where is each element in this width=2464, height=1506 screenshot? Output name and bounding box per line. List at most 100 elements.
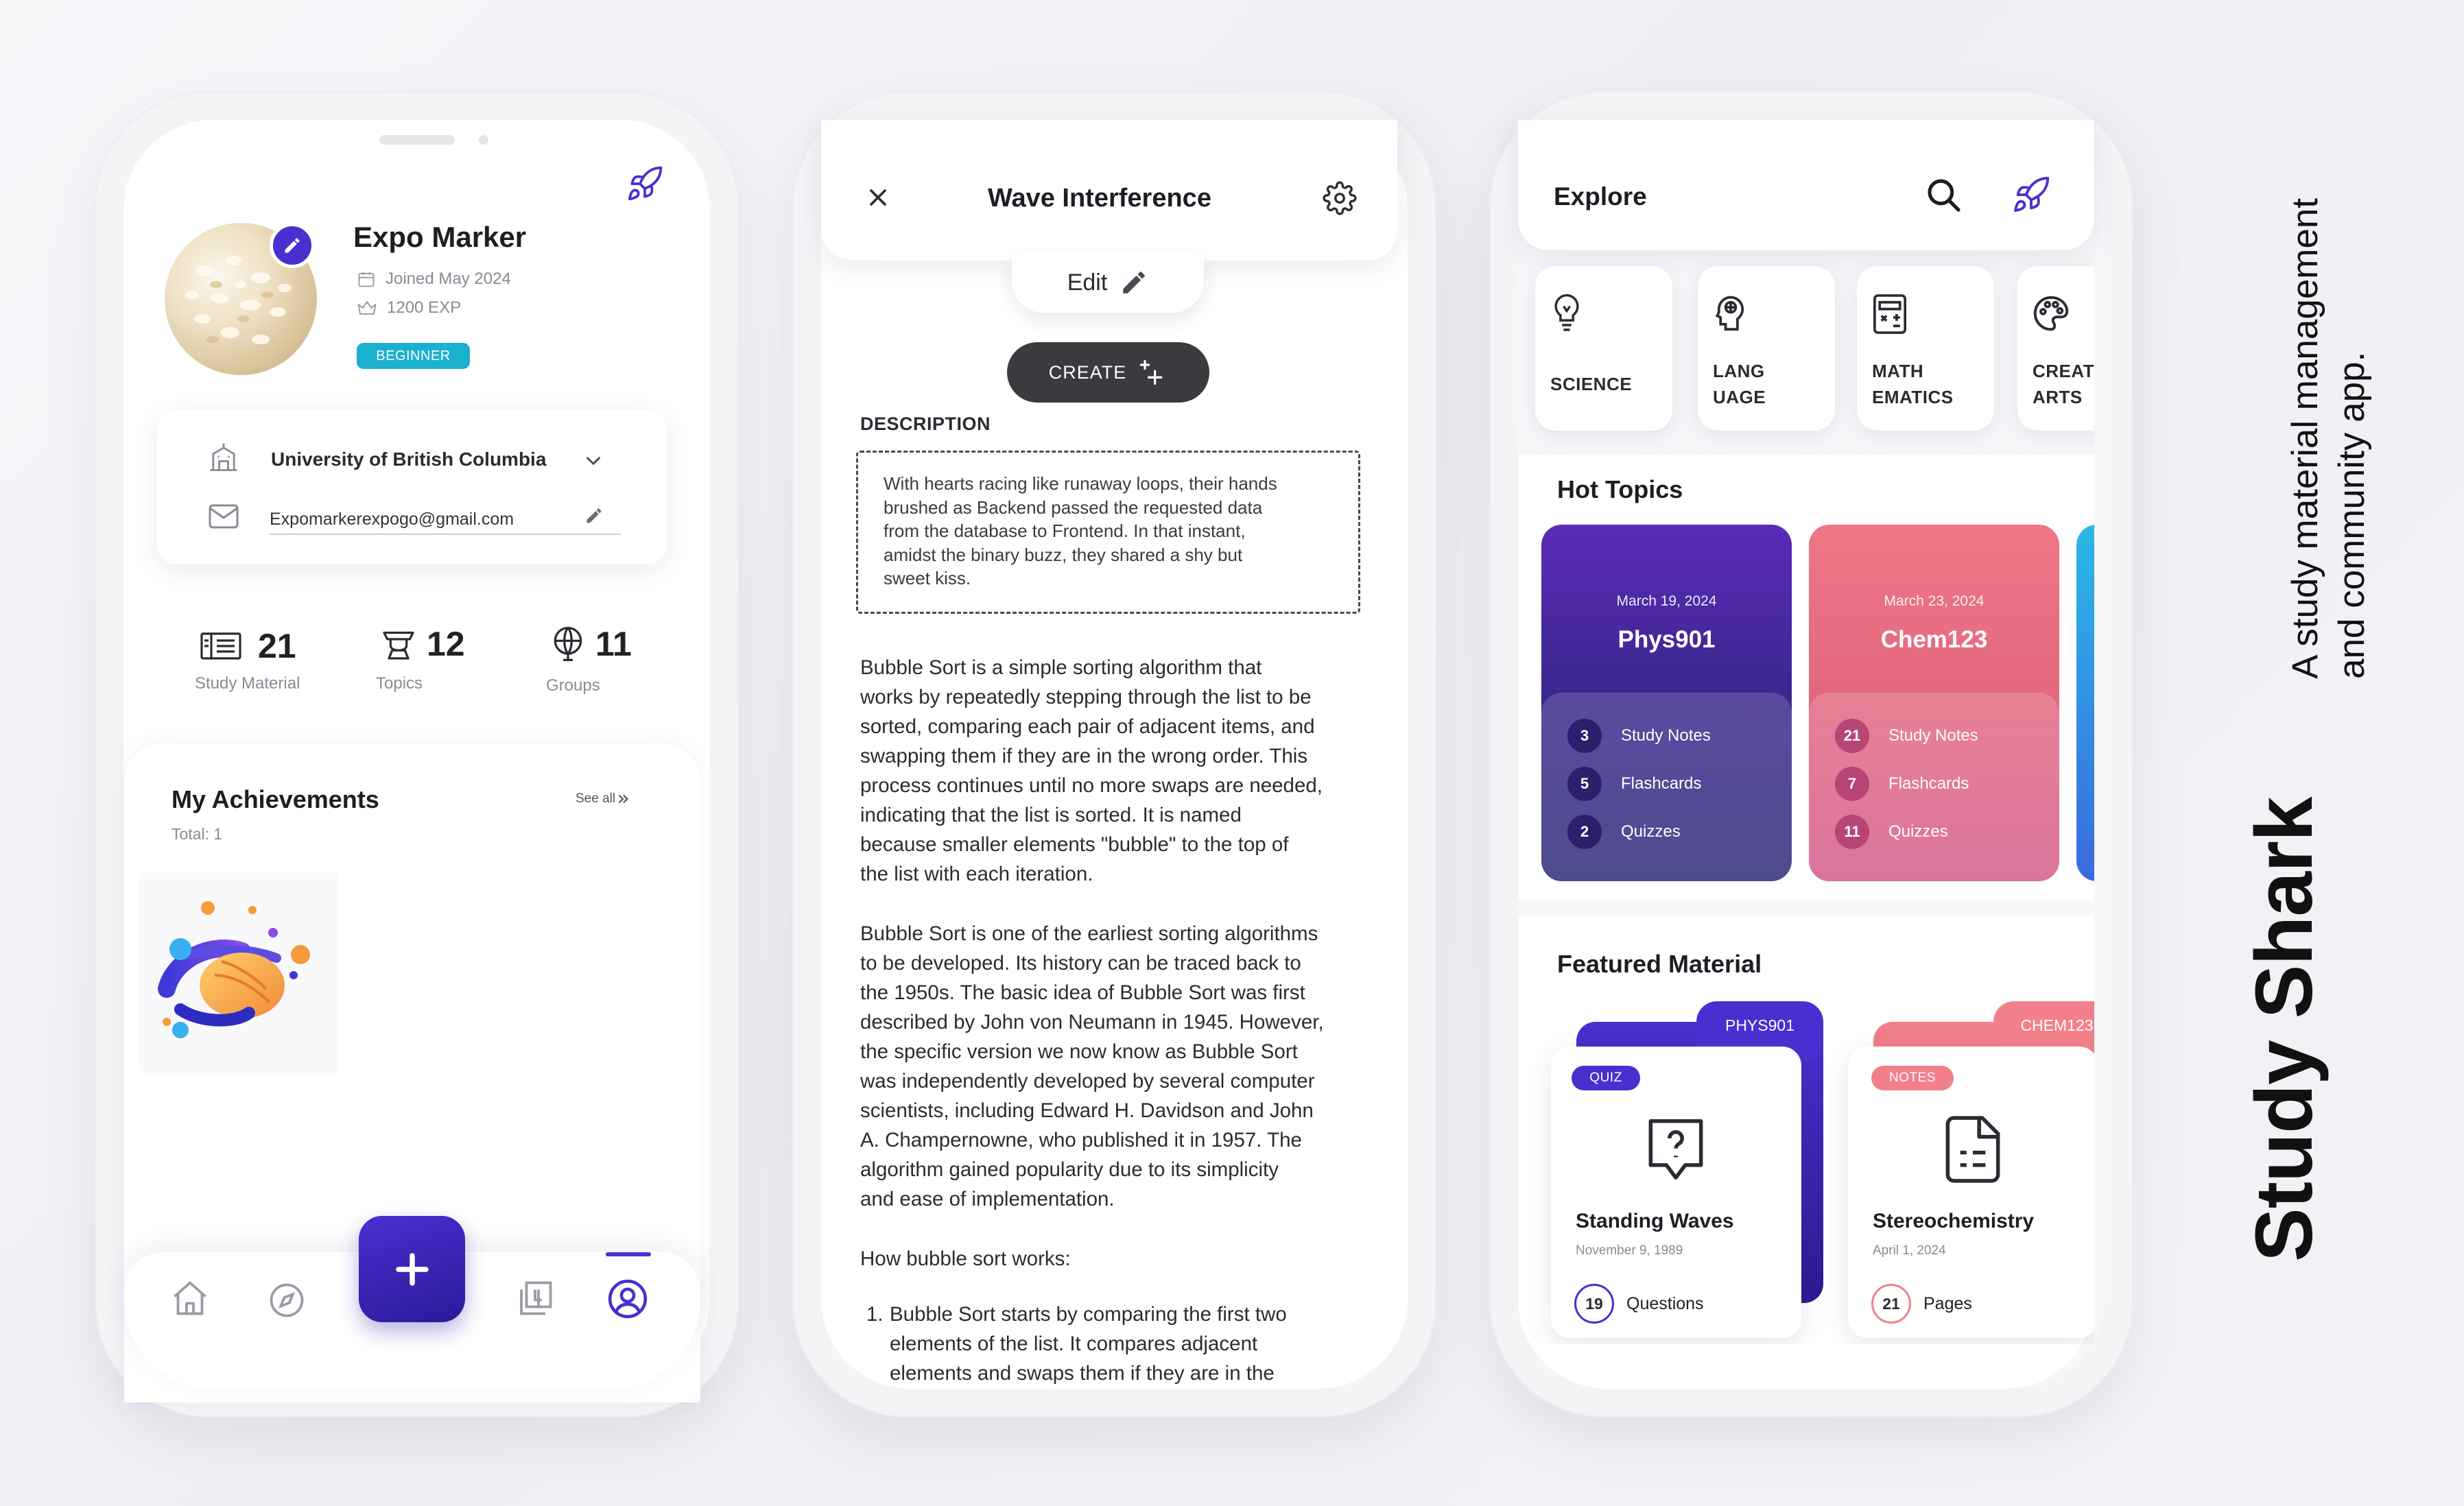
count-ring: 19: [1574, 1284, 1614, 1324]
library-icon[interactable]: [514, 1278, 556, 1319]
text-line: elements of the list. It compares adjace…: [890, 1332, 1258, 1355]
compass-icon[interactable]: [266, 1280, 307, 1321]
row-label: Study Notes: [1888, 726, 1978, 745]
featured-title: Standing Waves: [1576, 1210, 1734, 1232]
text-line: because smaller elements "bubble" to the…: [860, 833, 1289, 856]
category-label: CREAT ARTS: [2033, 361, 2094, 407]
edit-avatar-button[interactable]: [270, 223, 315, 268]
university-icon: [206, 439, 241, 475]
category-science[interactable]: SCIENCE: [1535, 266, 1672, 431]
calendar-icon: [358, 272, 375, 287]
search-icon[interactable]: [1925, 176, 1963, 215]
profile-name: Expo Marker: [353, 221, 527, 253]
row-label: Flashcards: [1621, 774, 1702, 793]
rocket-icon[interactable]: [626, 165, 664, 203]
description-heading: DESCRIPTION: [860, 414, 991, 434]
category-label: MATH EMATICS: [1872, 361, 1954, 407]
hot-topics-carousel: March 19, 2024 Phys901 3 Study Notes 5 Fla…: [1518, 507, 2094, 892]
see-all-link[interactable]: See all: [576, 791, 630, 806]
active-tab-indicator: [606, 1252, 651, 1256]
count-badge: 7: [1835, 767, 1869, 801]
featured-card[interactable]: QUIZ Standing Waves November 9, 1989 19 …: [1551, 1047, 1801, 1338]
info-card: [156, 410, 667, 564]
type-badge: NOTES: [1871, 1066, 1954, 1090]
edit-tab[interactable]: Edit: [1012, 252, 1204, 313]
stat-study-material[interactable]: 21: [199, 626, 296, 666]
add-button[interactable]: [359, 1216, 465, 1322]
brand-tagline: A study material management and communit…: [2282, 198, 2376, 679]
quiz-bubble-icon: [1648, 1119, 1703, 1180]
topic-date: March 23, 2024: [1884, 593, 1985, 609]
home-icon[interactable]: [169, 1278, 211, 1319]
text-line: and ease of implementation.: [860, 1188, 1115, 1210]
count-unit: Pages: [1923, 1293, 1972, 1313]
profile-icon[interactable]: [606, 1278, 649, 1320]
achievements-total: Total: 1: [171, 825, 223, 843]
hot-topics-title: Hot Topics: [1557, 475, 1683, 503]
category-mathematics[interactable]: MATH EMATICS: [1857, 266, 1994, 431]
description-line: from the database to Frontend. In that i…: [884, 521, 1246, 541]
see-all-label: See all: [576, 791, 616, 806]
create-button[interactable]: CREATE: [1007, 342, 1209, 403]
chevron-down-icon[interactable]: [582, 449, 605, 473]
stat-topics[interactable]: 12: [379, 624, 465, 664]
edit-email-icon[interactable]: [584, 506, 604, 525]
text-line: Bubble Sort starts by comparing the firs…: [890, 1303, 1287, 1326]
rocket-icon[interactable]: [2011, 175, 2051, 215]
row-label: Flashcards: [1888, 774, 1969, 793]
flashcards-row: 7 Flashcards: [1835, 767, 1969, 801]
stat-value: 11: [595, 625, 632, 663]
create-label: CREATE: [1048, 361, 1127, 383]
description-text: With hearts racing like runaway loops, t…: [884, 472, 1277, 590]
row-label: Quizzes: [1621, 822, 1681, 841]
count-badge: 5: [1567, 767, 1602, 801]
text-line: the list with each iteration.: [860, 863, 1093, 885]
text-line: scientists, including Edward H. Davidson…: [860, 1099, 1314, 1122]
count-badge: 3: [1567, 719, 1602, 753]
pencil-icon: [1123, 272, 1146, 294]
text-line: A. Champernowne, who published it in 195…: [860, 1129, 1302, 1151]
hot-topic-card[interactable]: [2076, 525, 2094, 881]
hot-topic-card[interactable]: March 19, 2024 Phys901 3 Study Notes 5 Fla…: [1541, 525, 1792, 881]
topic-stats: 21 Study Notes 7 Flashcards 11 Quizzes: [1809, 693, 2059, 881]
joined-row: Joined May 2024: [357, 270, 511, 289]
achievement-badge[interactable]: [139, 872, 338, 1073]
pencil-icon: [285, 238, 300, 253]
tagline-line: A study material management: [2285, 198, 2325, 679]
edit-label: Edit: [1067, 269, 1108, 296]
description-line: brushed as Backend passed the requested …: [884, 497, 1263, 518]
stat-groups[interactable]: 11: [549, 624, 632, 664]
book-icon: [200, 632, 241, 660]
text-line: the 1950s. The basic idea of Bubble Sort…: [860, 981, 1305, 1004]
text-line: the specific version we now know as Bubb…: [860, 1040, 1298, 1063]
description-line: amidst the binary buzz, they shared a sh…: [884, 544, 1243, 565]
mail-icon: [207, 503, 240, 530]
category-label: LANG UAGE: [1713, 361, 1766, 407]
row-label: Quizzes: [1888, 822, 1948, 841]
stat-label: Study Material: [195, 674, 300, 693]
featured-date: April 1, 2024: [1873, 1243, 1946, 1258]
category-creative-arts[interactable]: CREAT ARTS: [2017, 266, 2094, 431]
featured-card[interactable]: NOTES Stereochemistry April 1, 2024 21 P…: [1848, 1047, 2094, 1338]
text-line: Bubble Sort is one of the earliest sorti…: [860, 922, 1318, 945]
count-badge: 2: [1567, 815, 1602, 849]
text-line: described by John von Neumann in 1945. H…: [860, 1011, 1324, 1033]
category-language[interactable]: LANG UAGE: [1698, 266, 1835, 431]
description-line: With hearts racing like runaway loops, t…: [884, 473, 1277, 494]
row-label: Study Notes: [1621, 726, 1711, 745]
achievements-title: My Achievements: [171, 785, 379, 813]
stat-label: Groups: [546, 676, 600, 695]
count-unit: Questions: [1626, 1293, 1704, 1313]
lightbulb-icon: [1554, 294, 1579, 331]
gear-icon[interactable]: [1323, 181, 1357, 215]
featured-carousel: PHYS901 QUIZ Standing Waves November 9, …: [1518, 988, 2094, 1344]
featured-count: 21 Pages: [1871, 1284, 1972, 1324]
close-icon[interactable]: [864, 184, 892, 211]
list-marker: 1.: [866, 1303, 884, 1326]
note-title: Wave Interference: [988, 184, 1211, 213]
hot-topic-card[interactable]: March 23, 2024 Chem123 21 Study Notes 7 Fl…: [1809, 525, 2059, 881]
type-badge: QUIZ: [1572, 1066, 1640, 1090]
email-field[interactable]: Expomarkerexpogo@gmail.com: [270, 510, 621, 535]
palette-icon: [2033, 296, 2069, 331]
list-item: Bubble Sort starts by comparing the firs…: [890, 1300, 1287, 1388]
